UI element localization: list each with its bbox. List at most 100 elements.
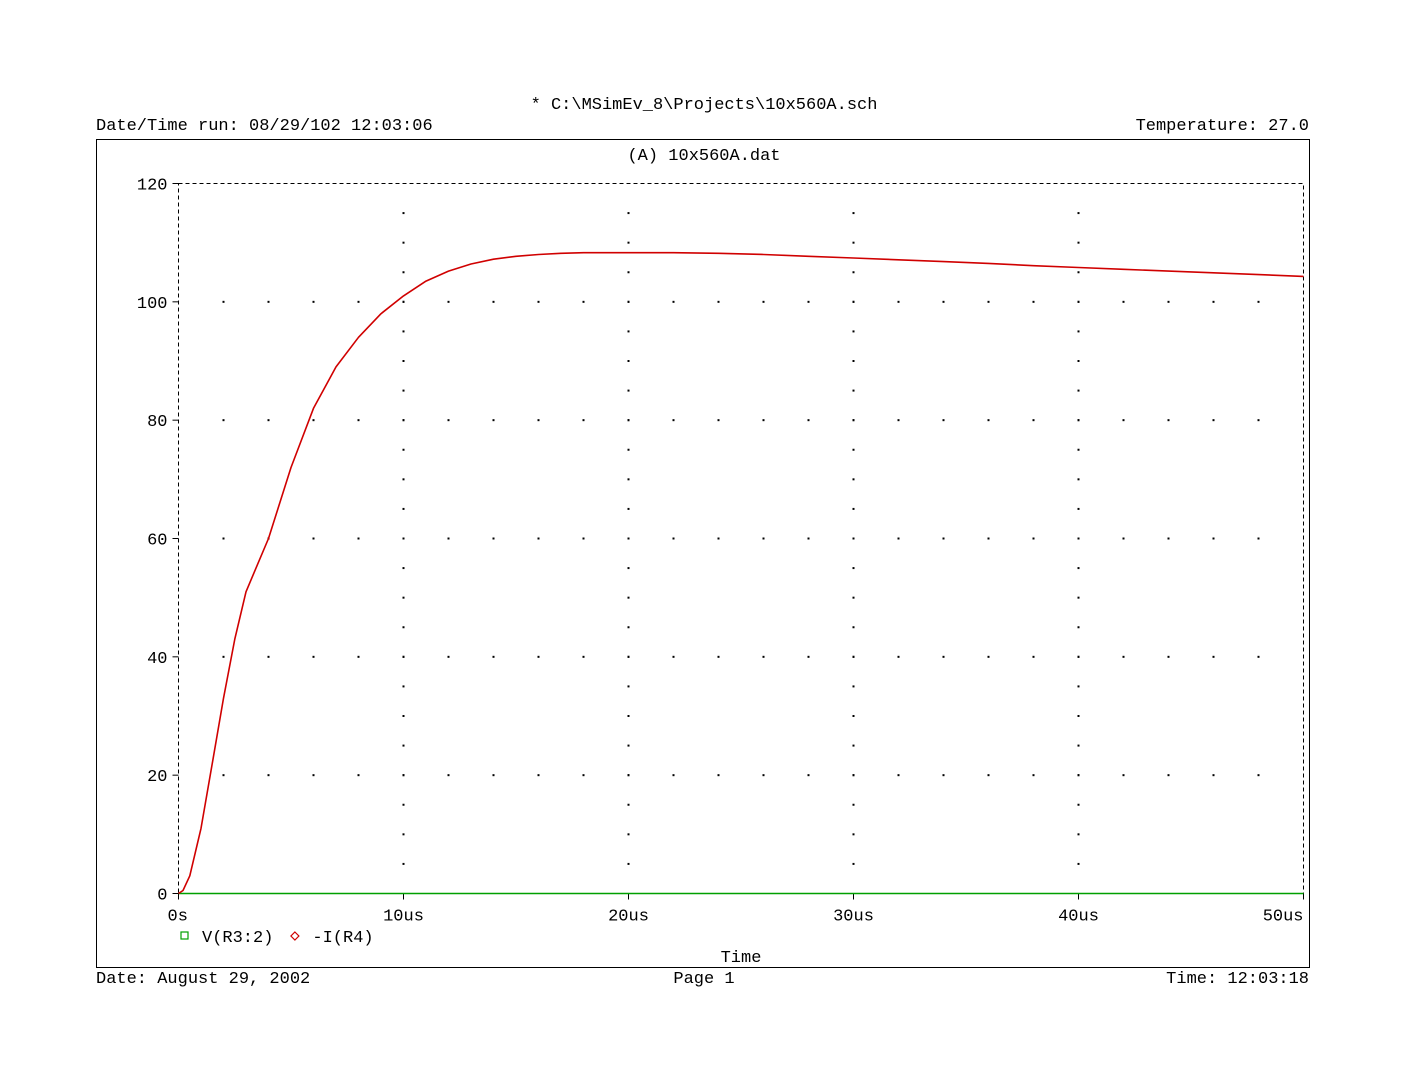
axis-ticks: 0 20 40 60 80 100 120 0s 10us 20us 30us 40us 50us	[137, 177, 1304, 927]
x-tick-label: 20us	[608, 908, 649, 927]
grid-dot	[492, 774, 495, 777]
grid-dot	[852, 744, 855, 747]
grid-dot	[1077, 448, 1080, 451]
grid-dot	[627, 744, 630, 747]
grid-dot	[1257, 655, 1260, 658]
plot-outer-frame	[96, 139, 1310, 968]
grid-dot	[1032, 419, 1035, 422]
grid-dot	[1167, 419, 1170, 422]
grid-dot	[1077, 389, 1080, 392]
grid-dot	[852, 715, 855, 717]
grid-dot	[402, 833, 405, 836]
grid-dot	[357, 537, 360, 540]
grid-dot	[942, 655, 945, 658]
grid-dot	[1032, 655, 1035, 658]
grid-dot	[402, 744, 405, 747]
grid-dot	[1032, 537, 1035, 540]
grid-dot	[717, 419, 720, 422]
grid-dot	[627, 655, 630, 658]
grid-dot	[1257, 300, 1260, 303]
grid-dot	[402, 330, 405, 333]
grid-dot	[492, 300, 495, 303]
grid-dot	[267, 774, 270, 777]
grid-dot	[492, 419, 495, 422]
grid-dot	[402, 715, 405, 717]
grid-dot	[267, 655, 270, 658]
grid-dot	[402, 862, 405, 865]
grid-dot	[537, 419, 540, 422]
grid-dot	[852, 389, 855, 392]
grid-dot	[627, 212, 630, 215]
grid-dot	[852, 271, 855, 274]
grid-dot	[762, 300, 765, 303]
grid-dot	[627, 567, 630, 570]
grid-dot	[1077, 626, 1080, 629]
grid-dot	[852, 419, 855, 422]
grid-dot	[312, 537, 315, 540]
grid-dot	[1077, 537, 1080, 540]
grid-dot	[852, 685, 855, 688]
legend-label: -I(R4)	[312, 929, 373, 948]
y-tick-label: 80	[147, 413, 167, 432]
grid-dot	[582, 655, 585, 658]
x-tick-label: 50us	[1263, 908, 1304, 927]
y-tick-label: 0	[157, 887, 167, 906]
grid-dot	[447, 655, 450, 658]
grid-dot	[222, 774, 225, 777]
grid-dot	[357, 655, 360, 658]
grid-dot	[897, 300, 900, 303]
grid-dot	[942, 419, 945, 422]
grid-dot	[1077, 507, 1080, 510]
grid-dot	[852, 300, 855, 303]
grid-dot	[807, 655, 810, 658]
grid-dot	[627, 360, 630, 362]
grid-dot	[897, 655, 900, 658]
grid-dot	[402, 419, 405, 422]
grid-dot	[987, 419, 990, 422]
grid-dot	[312, 774, 315, 777]
grid-dot	[672, 419, 675, 422]
grid-dot	[447, 300, 450, 303]
y-tick-label: 120	[137, 177, 168, 196]
grid-dot	[717, 774, 720, 777]
grid-dot	[312, 300, 315, 303]
legend-square-icon	[180, 931, 189, 940]
grid-dot	[1167, 300, 1170, 303]
grid-dot	[1077, 685, 1080, 688]
grid-dot	[312, 419, 315, 422]
grid-dot	[222, 537, 225, 540]
grid-dot	[717, 537, 720, 540]
grid-dot	[537, 537, 540, 540]
grid-dot	[402, 360, 405, 362]
grid-dot	[627, 626, 630, 629]
grid-dot	[222, 300, 225, 303]
grid-dot	[627, 271, 630, 274]
grid-dot	[402, 478, 405, 481]
y-tick-label: 60	[147, 532, 167, 551]
grid-dot	[1077, 300, 1080, 303]
grid-dot	[942, 537, 945, 540]
grid-dot	[492, 537, 495, 540]
grid-dot	[1077, 774, 1080, 777]
grid-dot	[1032, 300, 1035, 303]
x-tick-label: 30us	[833, 908, 874, 927]
grid-dot	[1212, 537, 1215, 540]
grid-dot	[1212, 655, 1215, 658]
grid-dot	[402, 567, 405, 570]
grid-dot	[627, 507, 630, 510]
grid-dot	[402, 685, 405, 688]
grid-dot	[402, 389, 405, 392]
grid-dot	[807, 419, 810, 422]
grid-dot	[852, 360, 855, 362]
grid-dot	[942, 300, 945, 303]
legend-label: V(R3:2)	[202, 929, 273, 948]
grid-dot	[852, 774, 855, 777]
grid-dot	[1122, 300, 1125, 303]
grid-dot	[402, 803, 405, 806]
grid-dot	[402, 655, 405, 658]
grid-dot	[402, 448, 405, 451]
grid-dot	[1077, 419, 1080, 422]
grid-dot	[357, 774, 360, 777]
grid-dot	[852, 537, 855, 540]
grid-dot	[537, 300, 540, 303]
